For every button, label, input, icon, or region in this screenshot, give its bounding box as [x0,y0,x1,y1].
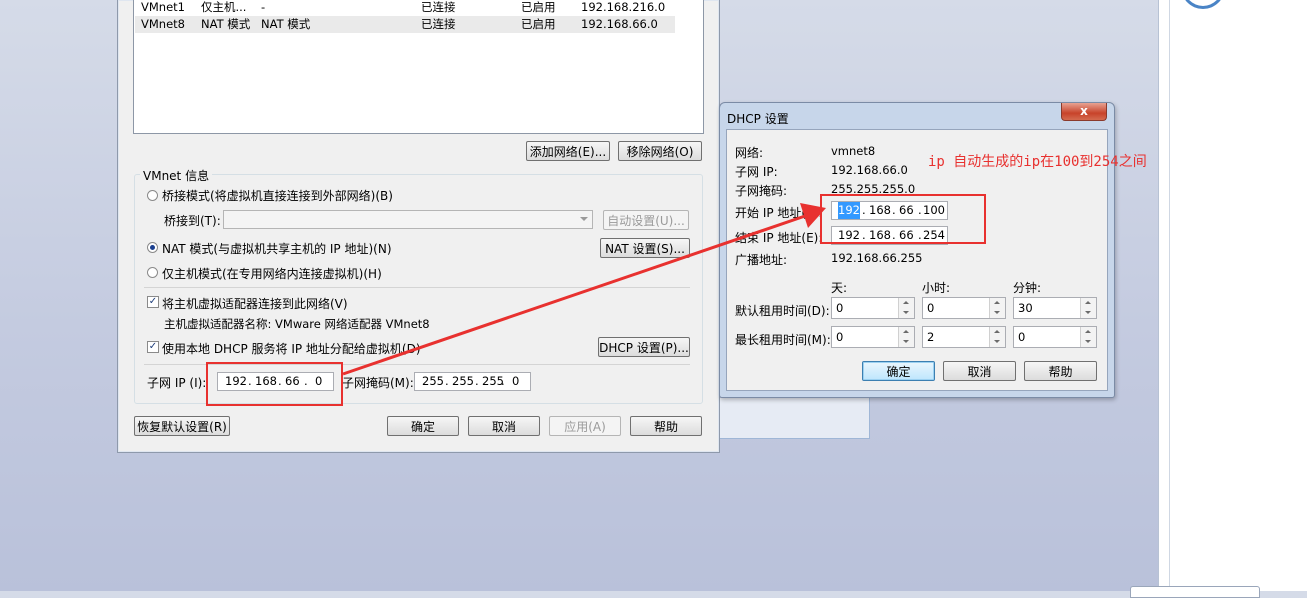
annotation-text: ip 自动生成的ip在100到254之间 [928,154,1147,170]
annotation-arrow [342,203,826,376]
arrow-line [342,213,809,376]
